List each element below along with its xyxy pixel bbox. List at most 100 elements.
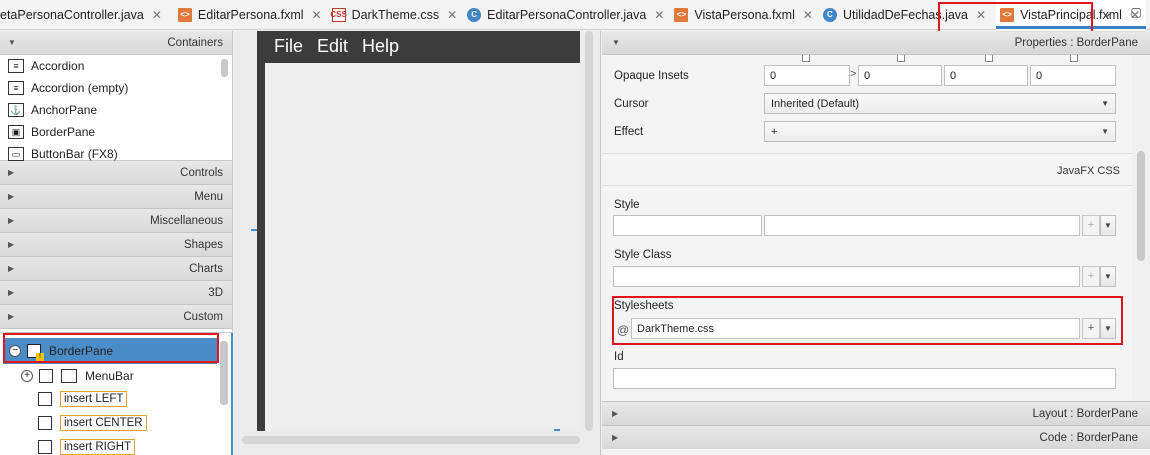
collapsed-arrow-icon: ▶ — [8, 216, 15, 225]
horizontal-scrollbar[interactable] — [242, 436, 580, 444]
inspector-panel: ▼ Properties : BorderPane Opaque Insets … — [602, 31, 1150, 455]
add-style-class-button[interactable]: + — [1082, 266, 1100, 287]
library-section-menu[interactable]: ▶ Menu — [0, 185, 232, 209]
tab-editarpersonacontroller[interactable]: C EditarPersonaController.java ✕ — [463, 0, 670, 30]
style-options-button[interactable]: ▼ — [1100, 215, 1116, 236]
tab-utilidaddefechas[interactable]: C UtilidadDeFechas.java ✕ — [819, 0, 992, 30]
menubar-icon — [61, 369, 77, 383]
canvas-center-region[interactable] — [265, 63, 580, 431]
hierarchy-panel: − ! BorderPane + MenuBar insert LEFT ins… — [0, 332, 233, 455]
hierarchy-insert-right[interactable]: insert RIGHT — [38, 439, 136, 455]
menu-file[interactable]: File — [274, 36, 303, 57]
maximize-icon[interactable]: ▢ — [1127, 5, 1145, 23]
section-divider — [602, 185, 1132, 186]
tab-label: EditarPersona.fxml — [197, 7, 304, 22]
menu-help[interactable]: Help — [362, 36, 399, 57]
hierarchy-node-menubar[interactable]: + MenuBar — [21, 369, 134, 383]
style-property-field[interactable] — [613, 215, 762, 236]
cursor-select[interactable]: Inherited (Default) ▼ — [764, 93, 1116, 114]
style-class-options-button[interactable]: ▼ — [1100, 266, 1116, 287]
borderpane-icon — [39, 369, 53, 383]
accordion-icon: ≡ — [8, 81, 24, 95]
opaque-insets-left[interactable]: 0 — [1030, 65, 1116, 86]
close-icon[interactable]: ✕ — [447, 8, 457, 22]
library-item-anchorpane[interactable]: ⚓ AnchorPane — [0, 99, 232, 121]
accordion-icon: ≡ — [8, 59, 24, 73]
chevron-down-icon[interactable]: ⌄ — [1098, 5, 1116, 23]
hierarchy-insert-left[interactable]: insert LEFT — [38, 391, 128, 407]
tab-label: etaPersonaController.java — [0, 7, 144, 22]
hierarchy-insert-center[interactable]: insert CENTER — [38, 415, 147, 431]
tab-label: DarkTheme.css — [351, 7, 440, 22]
menu-edit[interactable]: Edit — [317, 36, 348, 57]
close-icon[interactable]: ✕ — [312, 8, 322, 22]
library-section-containers[interactable]: ▼ Containers — [0, 31, 232, 55]
add-style-button[interactable]: + — [1082, 215, 1100, 236]
tab-editarpersona-fxml[interactable]: <> EditarPersona.fxml ✕ — [174, 0, 328, 30]
tab-etapersonacontroller[interactable]: etaPersonaController.java ✕ — [0, 0, 168, 30]
inspector-scrollbar[interactable] — [1132, 55, 1150, 403]
url-at-icon: @ — [617, 323, 630, 337]
dropdown-arrow-icon: ▼ — [1101, 127, 1109, 136]
library-section-shapes[interactable]: ▶ Shapes — [0, 233, 232, 257]
stylesheet-field[interactable]: DarkTheme.css — [631, 318, 1080, 339]
expand-icon[interactable]: + — [21, 370, 33, 382]
id-field[interactable] — [613, 368, 1116, 389]
library-item-buttonbar[interactable]: ▭ ButtonBar (FX8) — [0, 143, 232, 165]
scrollbar-thumb[interactable] — [221, 59, 228, 77]
inspector-layout-header[interactable]: ▶ Layout : BorderPane — [602, 401, 1150, 425]
close-icon[interactable]: ✕ — [976, 8, 986, 22]
focus-edge — [231, 333, 233, 455]
library-section-miscellaneous[interactable]: ▶ Miscellaneous — [0, 209, 232, 233]
tab-darktheme-css[interactable]: CSS DarkTheme.css ✕ — [328, 0, 464, 30]
css-file-icon: CSS — [330, 7, 347, 22]
java-class-icon: C — [467, 7, 482, 22]
tab-vistaprincipal-fxml[interactable]: <> VistaPrincipal.fxml ✕ — [996, 0, 1147, 30]
style-label: Style — [614, 199, 640, 211]
borderpane-icon: ▣ — [8, 125, 24, 139]
library-section-3d[interactable]: ▶ 3D — [0, 281, 232, 305]
collapsed-arrow-icon: ▶ — [8, 192, 15, 201]
effect-select[interactable]: + ▼ — [764, 121, 1116, 142]
left-region-icon — [38, 392, 52, 406]
library-item-accordion-empty[interactable]: ≡ Accordion (empty) — [0, 77, 232, 99]
center-region-icon — [38, 416, 52, 430]
java-class-icon: C — [822, 7, 837, 22]
hierarchy-node-borderpane[interactable]: − ! BorderPane — [9, 344, 113, 361]
library-section-charts[interactable]: ▶ Charts — [0, 257, 232, 281]
scrollbar-thumb[interactable] — [220, 341, 228, 405]
collapsed-arrow-icon: ▶ — [612, 433, 619, 442]
close-icon[interactable]: ✕ — [152, 8, 162, 22]
canvas-borderpane[interactable]: File Edit Help — [257, 31, 580, 431]
opaque-insets-bottom[interactable]: 0 — [944, 65, 1028, 86]
style-value-field[interactable] — [764, 215, 1080, 236]
scrollbar-thumb[interactable] — [1137, 151, 1145, 261]
opaque-insets-right[interactable]: 0 — [858, 65, 942, 86]
resize-handle[interactable] — [554, 429, 560, 431]
tab-vistapersona-fxml[interactable]: <> VistaPersona.fxml ✕ — [670, 0, 819, 30]
add-stylesheet-button[interactable]: + — [1082, 318, 1100, 339]
library-section-custom[interactable]: ▶ Custom — [0, 305, 232, 329]
opaque-insets-top[interactable]: 0 — [764, 65, 850, 86]
properties-body: Opaque Insets 0 > 0 0 0 Cursor Inherited… — [602, 55, 1132, 403]
inspector-properties-header[interactable]: ▼ Properties : BorderPane — [602, 31, 1150, 55]
collapse-icon[interactable]: − — [9, 345, 21, 357]
close-icon[interactable]: ✕ — [803, 8, 813, 22]
style-class-label: Style Class — [614, 249, 672, 261]
inspector-code-header[interactable]: ▶ Code : BorderPane — [602, 425, 1150, 449]
effect-label: Effect — [614, 126, 644, 138]
collapsed-arrow-icon: ▶ — [8, 264, 15, 273]
library-item-accordion[interactable]: ≡ Accordion — [0, 55, 232, 77]
inset-marker — [985, 55, 993, 62]
library-panel: ▼ Containers ≡ Accordion ≡ Accordion (em… — [0, 31, 233, 455]
fxml-file-icon: <> — [177, 7, 192, 22]
collapsed-arrow-icon: ▶ — [8, 312, 15, 321]
stylesheet-options-button[interactable]: ▼ — [1100, 318, 1116, 339]
style-class-field[interactable] — [613, 266, 1080, 287]
vertical-scrollbar[interactable] — [585, 31, 593, 431]
resize-handle[interactable] — [251, 229, 257, 231]
right-region-icon — [38, 440, 52, 454]
library-item-borderpane[interactable]: ▣ BorderPane — [0, 121, 232, 143]
close-icon[interactable]: ✕ — [654, 8, 664, 22]
tab-label: VistaPersona.fxml — [694, 7, 795, 22]
